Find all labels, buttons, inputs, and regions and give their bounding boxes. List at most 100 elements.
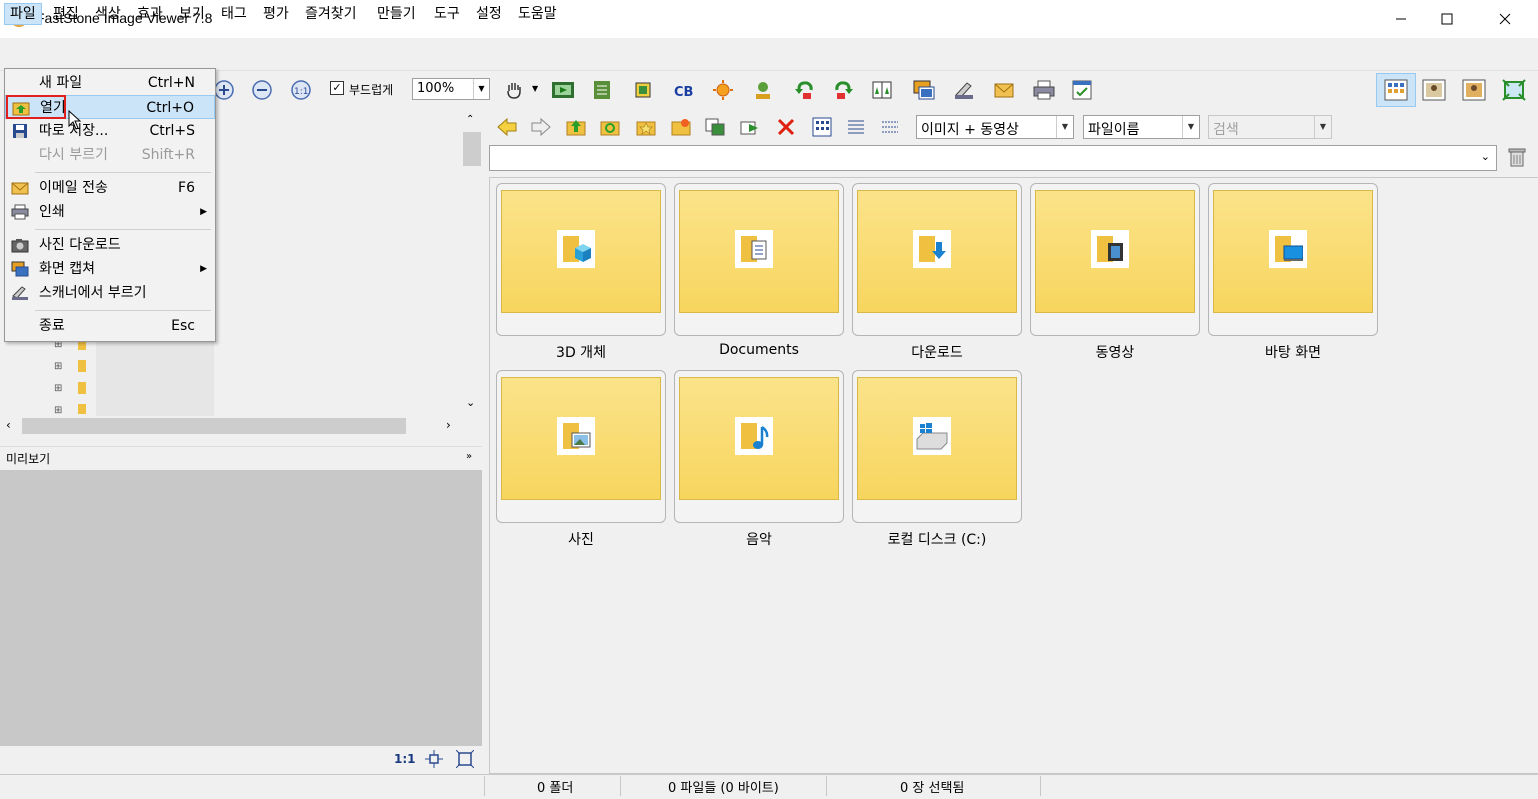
menu-effects[interactable]: 효과 — [132, 4, 168, 24]
scanner-icon[interactable] — [952, 78, 976, 102]
menu-help[interactable]: 도움말 — [513, 4, 562, 24]
print-icon — [11, 204, 29, 220]
crop-icon[interactable] — [631, 78, 655, 102]
menu-rating[interactable]: 평가 — [258, 4, 294, 24]
menu-file[interactable]: 파일 — [4, 3, 42, 25]
menu-item-save-as[interactable]: 따로 저장... Ctrl+S — [5, 119, 215, 143]
sun-brightness-icon[interactable] — [711, 78, 735, 102]
menu-item-exit[interactable]: 종료 Esc — [5, 314, 215, 338]
folder-thumb-videos[interactable] — [1030, 183, 1200, 336]
preview-fit-icon[interactable] — [425, 750, 443, 772]
scroll-down-icon[interactable]: ⌄ — [466, 396, 475, 409]
refresh-folder-icon[interactable] — [598, 115, 622, 139]
screen-capture-icon — [11, 261, 29, 277]
menu-item-photo-download[interactable]: 사진 다운로드 — [5, 233, 215, 257]
folder-thumb-pictures[interactable] — [496, 370, 666, 523]
menu-item-label: 화면 캡쳐 — [39, 261, 95, 277]
fullscreen-icon[interactable] — [1502, 78, 1526, 102]
copy-to-icon[interactable] — [703, 115, 727, 139]
menu-settings[interactable]: 설정 — [471, 4, 507, 24]
smooth-label: 부드럽게 — [349, 83, 394, 97]
forward-arrow-icon[interactable] — [529, 115, 553, 139]
maximize-button[interactable] — [1424, 0, 1470, 38]
hand-dropdown-icon[interactable]: ▼ — [532, 84, 538, 93]
email-icon[interactable] — [992, 78, 1016, 102]
tree-expanders[interactable]: ⊞ ⊞ ⊞ ⊞ — [54, 334, 62, 422]
scroll-up-icon[interactable]: ⌃ — [466, 114, 474, 125]
hand-pan-icon[interactable] — [502, 78, 526, 102]
menu-item-email[interactable]: 이메일 전송 F6 — [5, 176, 215, 200]
thumbnails-grid-icon — [1384, 78, 1408, 102]
thumbnail-view-icon[interactable] — [810, 115, 834, 139]
view-layout-2-icon[interactable] — [1422, 78, 1446, 102]
menu-item-scanner[interactable]: 스캐너에서 부르기 — [5, 281, 215, 305]
menu-edit[interactable]: 편집 — [48, 4, 84, 24]
tree-hscroll-thumb[interactable] — [22, 418, 406, 434]
details-view-icon[interactable] — [878, 115, 902, 139]
resize-icon[interactable] — [590, 78, 614, 102]
menu-item-shortcut: Esc — [171, 318, 195, 334]
favorite-folder-icon[interactable] — [634, 115, 658, 139]
move-to-icon[interactable] — [738, 115, 762, 139]
rotate-left-icon[interactable] — [792, 78, 816, 102]
list-view-icon[interactable] — [844, 115, 868, 139]
zoom-select[interactable]: 100% ▼ — [412, 78, 490, 100]
smooth-checkbox[interactable]: ✓ — [330, 81, 344, 95]
scroll-left-icon[interactable]: ‹ — [6, 418, 11, 432]
menu-tags[interactable]: 태그 — [216, 4, 252, 24]
panel-splitter[interactable] — [482, 112, 488, 774]
folder-thumb-local-disk[interactable] — [852, 370, 1022, 523]
menu-item-print[interactable]: 인쇄 ▶ — [5, 200, 215, 224]
menu-tools[interactable]: 도구 — [429, 4, 465, 24]
chevron-down-icon: ▼ — [1182, 116, 1199, 138]
scanner-icon — [11, 285, 29, 301]
scroll-right-icon[interactable]: › — [446, 418, 451, 432]
zoom-out-icon[interactable] — [250, 78, 274, 102]
folder-label: 음악 — [746, 532, 772, 548]
trash-icon[interactable] — [1506, 146, 1528, 172]
menu-color[interactable]: 색상 — [90, 4, 126, 24]
compare-icon[interactable] — [870, 78, 894, 102]
folder-label: 3D 개체 — [556, 345, 606, 361]
preview-fullscreen-icon[interactable] — [455, 749, 475, 772]
folder-thumb-desktop[interactable] — [1208, 183, 1378, 336]
menu-create[interactable]: 만들기 — [372, 4, 421, 24]
slideshow-icon[interactable] — [551, 78, 575, 102]
folder-label: 사진 — [568, 532, 594, 548]
color-adjust-icon[interactable]: CB — [671, 78, 695, 102]
menu-view[interactable]: 보기 — [174, 4, 210, 24]
path-input[interactable]: ⌄ — [489, 145, 1497, 171]
back-arrow-icon[interactable] — [495, 115, 519, 139]
menu-item-new-file[interactable]: 새 파일 Ctrl+N — [5, 71, 215, 95]
folder-thumb-downloads[interactable] — [852, 183, 1022, 336]
new-folder-icon[interactable] — [669, 115, 693, 139]
folder-thumb-documents[interactable] — [674, 183, 844, 336]
submenu-arrow-icon: ▶ — [200, 264, 207, 274]
filter-value: 이미지 + 동영상 — [921, 122, 1019, 138]
sort-select[interactable]: 파일이름 ▼ — [1083, 115, 1200, 139]
status-file-count: 0 파일들 (0 바이트) — [668, 781, 779, 796]
file-type-filter-select[interactable]: 이미지 + 동영상 ▼ — [916, 115, 1074, 139]
collapse-preview-icon[interactable]: » — [466, 451, 472, 462]
tree-vscroll-thumb[interactable] — [463, 132, 481, 166]
screen-capture-icon[interactable] — [912, 78, 936, 102]
preview-area — [0, 470, 482, 746]
folder-thumb-music[interactable] — [674, 370, 844, 523]
menu-favorites[interactable]: 즐겨찾기 — [300, 4, 362, 24]
view-layout-3-icon[interactable] — [1462, 78, 1486, 102]
settings-checklist-icon[interactable] — [1070, 78, 1094, 102]
menu-item-label: 새 파일 — [39, 75, 83, 91]
rotate-right-icon[interactable] — [832, 78, 856, 102]
search-box[interactable]: 검색 ▼ — [1208, 115, 1332, 139]
close-button[interactable] — [1482, 0, 1528, 38]
print-icon[interactable] — [1032, 78, 1056, 102]
minimize-button[interactable] — [1378, 0, 1424, 38]
tree-blurred-area — [96, 336, 214, 416]
actual-size-icon[interactable]: 1:1 — [289, 78, 313, 102]
folder-up-icon[interactable] — [564, 115, 588, 139]
menu-item-screen-capture[interactable]: 화면 캡쳐 ▶ — [5, 257, 215, 281]
red-eye-icon[interactable] — [751, 78, 775, 102]
delete-icon[interactable] — [774, 115, 798, 139]
folder-thumb-3d-objects[interactable] — [496, 183, 666, 336]
preview-actual-size-button[interactable]: 1:1 — [394, 752, 416, 766]
